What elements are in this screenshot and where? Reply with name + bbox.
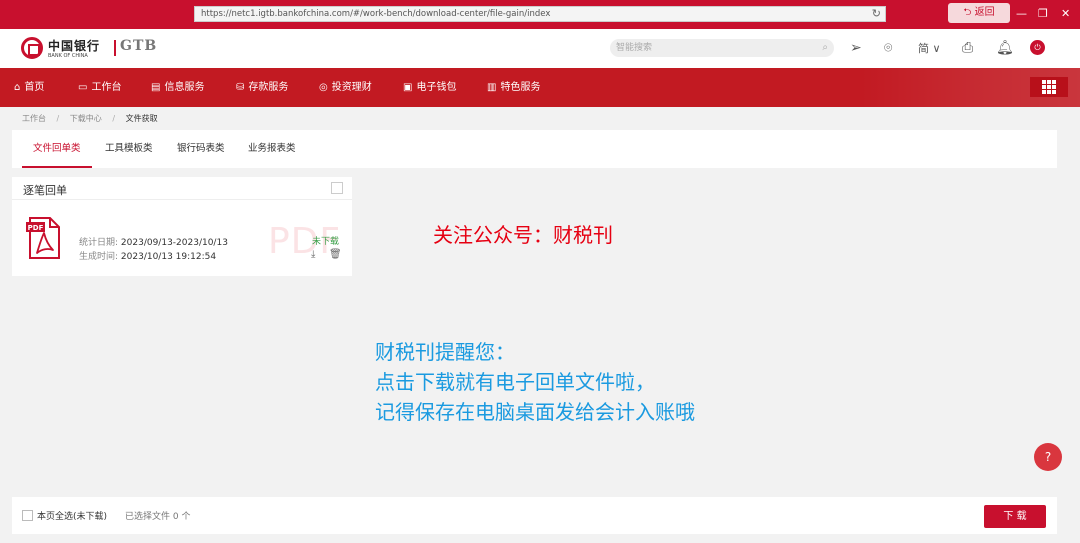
page-select-all-checkbox[interactable] — [22, 510, 33, 521]
search-placeholder: 智能搜索 — [616, 43, 653, 53]
download-button[interactable]: 下 载 — [984, 505, 1046, 528]
language-switch[interactable]: 简 ∨ — [918, 40, 941, 56]
reminder-line-1: 财税刊提醒您： — [375, 340, 515, 364]
close-icon[interactable]: ✕ — [1061, 7, 1070, 21]
breadcrumb-download-center[interactable]: 下载中心 — [70, 114, 102, 123]
workbench-icon: ▭ — [78, 82, 88, 93]
nav-label: 工作台 — [91, 82, 122, 93]
nav-item-home[interactable]: ⌂ 首页 — [14, 68, 44, 107]
special-service-icon: ▥ — [487, 82, 497, 93]
search-icon[interactable]: ⌕ — [822, 39, 828, 57]
grid-icon — [1042, 80, 1056, 94]
period-label: 统计日期: — [79, 238, 119, 248]
nav-item-e-wallet[interactable]: ▣ 电子钱包 — [403, 68, 456, 107]
tabs-bar: 文件回单类 工具模板类 银行码表类 业务报表类 — [12, 130, 1057, 168]
pdf-file-icon: PDF — [26, 217, 60, 259]
selected-number: 0 — [172, 512, 179, 522]
download-status-badge: 未下载 — [312, 237, 340, 247]
chevron-down-icon: ∨ — [929, 42, 941, 55]
nav-item-info-service[interactable]: ▤ 信息服务 — [151, 68, 204, 107]
page-select-all-label[interactable]: 本页全选(未下载) — [37, 509, 107, 522]
logout-icon[interactable]: ⏻ — [1030, 40, 1045, 55]
reload-icon[interactable]: ↻ — [872, 7, 881, 21]
pdf-icon-text: PDF — [28, 224, 44, 232]
search-input[interactable]: 智能搜索 ⌕ — [610, 39, 834, 57]
nav-item-investment[interactable]: ◎ 投资理财 — [319, 68, 372, 107]
reminder-line-3: 记得保存在电脑桌面发给会计入账哦 — [375, 400, 695, 424]
list-title: 逐笔回单 — [23, 184, 67, 197]
back-arrow-icon: ⮌ — [963, 7, 975, 18]
download-icon[interactable]: ⤓ — [311, 249, 315, 260]
tab-tool-template[interactable]: 工具模板类 — [105, 130, 153, 168]
breadcrumb-separator: / — [112, 114, 116, 123]
nav-label: 投资理财 — [331, 82, 372, 93]
help-button[interactable]: ? — [1034, 443, 1062, 471]
breadcrumb-separator: / — [56, 114, 60, 123]
nav-item-workbench[interactable]: ▭ 工作台 — [78, 68, 121, 107]
generated-value: 2023/10/13 19:12:54 — [120, 252, 217, 262]
back-button[interactable]: ⮌ 返回 — [948, 3, 1010, 23]
logo-chinese: 中国银行 — [48, 39, 101, 53]
period-value: 2023/09/13-2023/10/13 — [120, 238, 228, 248]
nav-label: 信息服务 — [164, 82, 205, 93]
statistic-period: 统计日期: 2023/09/13-2023/10/13 — [79, 235, 228, 248]
home-icon: ⌂ — [14, 82, 21, 93]
logo-english: BANK OF CHINA — [48, 53, 88, 59]
select-all-checkbox[interactable] — [331, 182, 343, 194]
address-url: https://netc1.igtb.bankofchina.com/#/wor… — [201, 9, 551, 19]
nav-label: 存款服务 — [248, 82, 289, 93]
app-menu-button[interactable] — [1030, 77, 1068, 97]
back-label: 返回 — [974, 7, 995, 18]
nav-label: 首页 — [24, 82, 45, 93]
tab-bank-code-table[interactable]: 银行码表类 — [177, 130, 225, 168]
bell-icon[interactable]: 🔔︎ — [996, 38, 1014, 58]
browser-title-bar: https://netc1.igtb.bankofchina.com/#/wor… — [0, 0, 1080, 29]
logo-divider — [114, 40, 116, 56]
tab-business-report[interactable]: 业务报表类 — [248, 130, 296, 168]
address-bar[interactable]: https://netc1.igtb.bankofchina.com/#/wor… — [194, 6, 886, 22]
minimize-icon[interactable]: — — [1016, 7, 1027, 21]
tab-file-receipt[interactable]: 文件回单类 — [22, 130, 92, 168]
restore-icon[interactable]: ❐ — [1038, 7, 1048, 21]
location-icon[interactable]: ⌾ — [884, 38, 892, 58]
follow-annotation: 关注公众号：财税刊 — [433, 223, 613, 247]
boc-logo-icon — [21, 37, 43, 59]
selected-prefix: 已选择文件 — [125, 512, 171, 522]
breadcrumb-workbench[interactable]: 工作台 — [22, 114, 46, 123]
logo-gtb: GTB — [120, 38, 158, 54]
send-icon[interactable]: ➢ — [850, 38, 862, 58]
selected-suffix: 个 — [181, 512, 191, 522]
print-icon[interactable]: ⎙ — [962, 38, 973, 58]
receipt-list-card: 逐笔回单 PDF 统计日期: 2023/09/13-2023/10/13 生成时… — [12, 177, 352, 276]
delete-icon[interactable]: 🗑︎ — [329, 249, 342, 260]
info-icon: ▤ — [151, 82, 161, 93]
investment-icon: ◎ — [319, 82, 328, 93]
deposit-icon: ⛁ — [236, 82, 245, 93]
nav-label: 电子钱包 — [416, 82, 457, 93]
app-header: 中国银行 BANK OF CHINA GTB 智能搜索 ⌕ ➢ ⌾ 简 ∨ ⎙ … — [0, 29, 1080, 68]
breadcrumb-current: 文件获取 — [125, 114, 158, 123]
breadcrumb: 工作台 / 下载中心 / 文件获取 — [22, 113, 158, 124]
nav-label: 特色服务 — [500, 82, 541, 93]
footer-bar: 本页全选(未下载) 已选择文件 0 个 下 载 — [12, 497, 1057, 534]
nav-item-special-service[interactable]: ▥ 特色服务 — [487, 68, 540, 107]
selected-count: 已选择文件 0 个 — [125, 509, 191, 522]
nav-item-deposit[interactable]: ⛁ 存款服务 — [236, 68, 288, 107]
wallet-icon: ▣ — [403, 82, 413, 93]
language-label: 简 — [918, 42, 929, 55]
list-header: 逐笔回单 — [12, 177, 352, 200]
main-nav: ⌂ 首页 ▭ 工作台 ▤ 信息服务 ⛁ 存款服务 ◎ 投资理财 ▣ 电子钱包 ▥ 特色服务 — [0, 68, 1080, 107]
reminder-line-2: 点击下载就有电子回单文件啦， — [375, 370, 655, 394]
generated-time: 生成时间: 2023/10/13 19:12:54 — [79, 249, 216, 262]
generated-label: 生成时间: — [79, 252, 119, 262]
